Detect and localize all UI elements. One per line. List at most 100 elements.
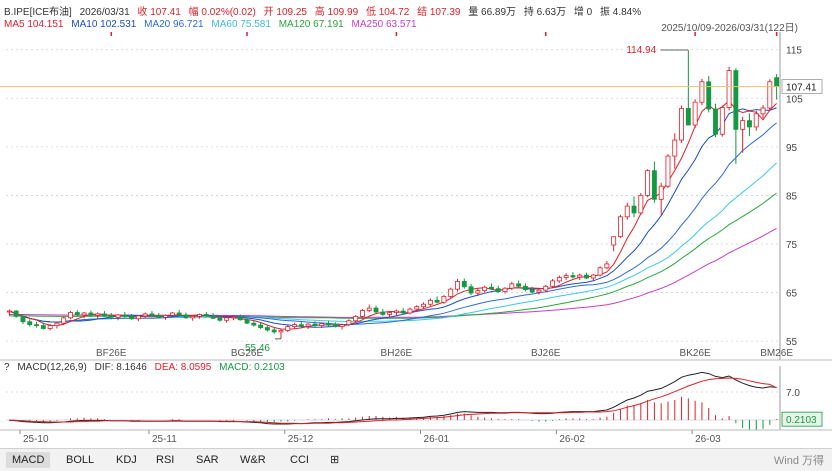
candle (305, 323, 311, 329)
candle (156, 312, 162, 319)
tab-wr[interactable]: W&R (234, 452, 272, 468)
contract-label: BH26E (381, 348, 413, 359)
candle (638, 193, 644, 215)
macd-value: MACD: 0.2103 (219, 362, 285, 373)
candle-body (156, 314, 162, 318)
help-icon[interactable]: ? (4, 362, 10, 373)
candle-body (360, 310, 365, 317)
candle (522, 283, 528, 292)
candle-body (224, 317, 230, 321)
candle (699, 78, 705, 106)
candle-body (81, 312, 87, 316)
price-chart[interactable]: 5565758595105115 107.41114.9455.46BF26E B… (0, 0, 832, 470)
candle (353, 314, 359, 323)
candle (95, 312, 101, 319)
candle (163, 314, 168, 320)
tab-sar[interactable]: SAR (190, 452, 225, 468)
macd-value-label: 0.2103 (786, 415, 817, 426)
candle (563, 273, 569, 280)
candle (645, 169, 651, 198)
candle (584, 272, 589, 279)
candle-body (183, 314, 189, 319)
candle-body (441, 296, 447, 303)
grid-icon[interactable]: ⊞ (324, 452, 345, 468)
candle (753, 110, 759, 131)
wind-logo: Wind 万得 (773, 455, 824, 467)
candle-body (244, 319, 250, 324)
candle (441, 295, 447, 304)
candle (210, 312, 216, 319)
candle-body (149, 313, 155, 316)
tab-cci[interactable]: CCI (284, 452, 315, 468)
date-label: 26-02 (559, 434, 585, 445)
candle (747, 113, 752, 137)
candle (618, 214, 623, 239)
candle-body (47, 325, 53, 329)
candle-body (570, 275, 576, 278)
candle (767, 79, 773, 111)
tab-rsi[interactable]: RSI (150, 452, 180, 468)
contract-label: BJ26E (531, 348, 561, 359)
macd-header: ? MACD(12,26,9) DIF: 8.1646 DEA: 8.0595 … (4, 362, 290, 373)
candle (679, 105, 684, 143)
candle-body (672, 139, 678, 157)
candle (393, 309, 399, 316)
candle (611, 236, 617, 252)
candle-body (217, 317, 223, 321)
macd-title: MACD(12,26,9) (17, 362, 87, 373)
candle-body (645, 170, 651, 196)
candle-body (13, 310, 19, 317)
candle-body (516, 283, 522, 287)
candle-body (706, 81, 712, 110)
candle-body (264, 327, 270, 331)
y-tick-label: 105 (786, 94, 803, 105)
candle (224, 316, 230, 323)
candle-body (651, 170, 657, 200)
candle (556, 275, 562, 283)
candle-body (536, 289, 542, 293)
candle (590, 274, 596, 281)
candle-body (197, 314, 202, 317)
candle (706, 75, 712, 113)
candle (135, 315, 141, 322)
candle-body (455, 280, 460, 290)
candle (380, 309, 386, 316)
candle (421, 302, 426, 309)
candle (604, 261, 610, 270)
candle-body (550, 280, 555, 287)
tab-boll[interactable]: BOLL (60, 452, 100, 468)
candle-body (20, 315, 26, 323)
candle (122, 312, 128, 318)
candle (597, 266, 603, 277)
candle (373, 305, 379, 313)
candle-body (475, 290, 481, 294)
candle-body (421, 303, 426, 308)
candle-body (624, 205, 630, 218)
candle (455, 278, 460, 292)
candle-body (169, 312, 175, 316)
y-tick-label: 115 (786, 46, 802, 57)
tab-kdj[interactable]: KDJ (110, 452, 143, 468)
candle-body (685, 108, 691, 126)
ma20-line (9, 122, 777, 326)
candle (461, 278, 467, 289)
candle-body (210, 315, 216, 319)
candle (672, 133, 678, 169)
candle (482, 285, 488, 293)
candle-body (733, 70, 739, 130)
candle-body (658, 185, 664, 200)
candle-body (604, 263, 610, 269)
candle (685, 50, 691, 126)
candle (665, 154, 671, 189)
tab-macd[interactable]: MACD (6, 452, 51, 468)
contract-label: BG26E (231, 348, 264, 359)
candle-body (611, 236, 617, 246)
candle (142, 312, 148, 318)
candle-body (699, 81, 705, 103)
candle-body (54, 322, 60, 326)
candle-body (319, 323, 325, 326)
candle-body (577, 274, 583, 278)
candle-body (373, 307, 379, 313)
candlesticks (6, 50, 780, 339)
candle-body (597, 267, 603, 276)
